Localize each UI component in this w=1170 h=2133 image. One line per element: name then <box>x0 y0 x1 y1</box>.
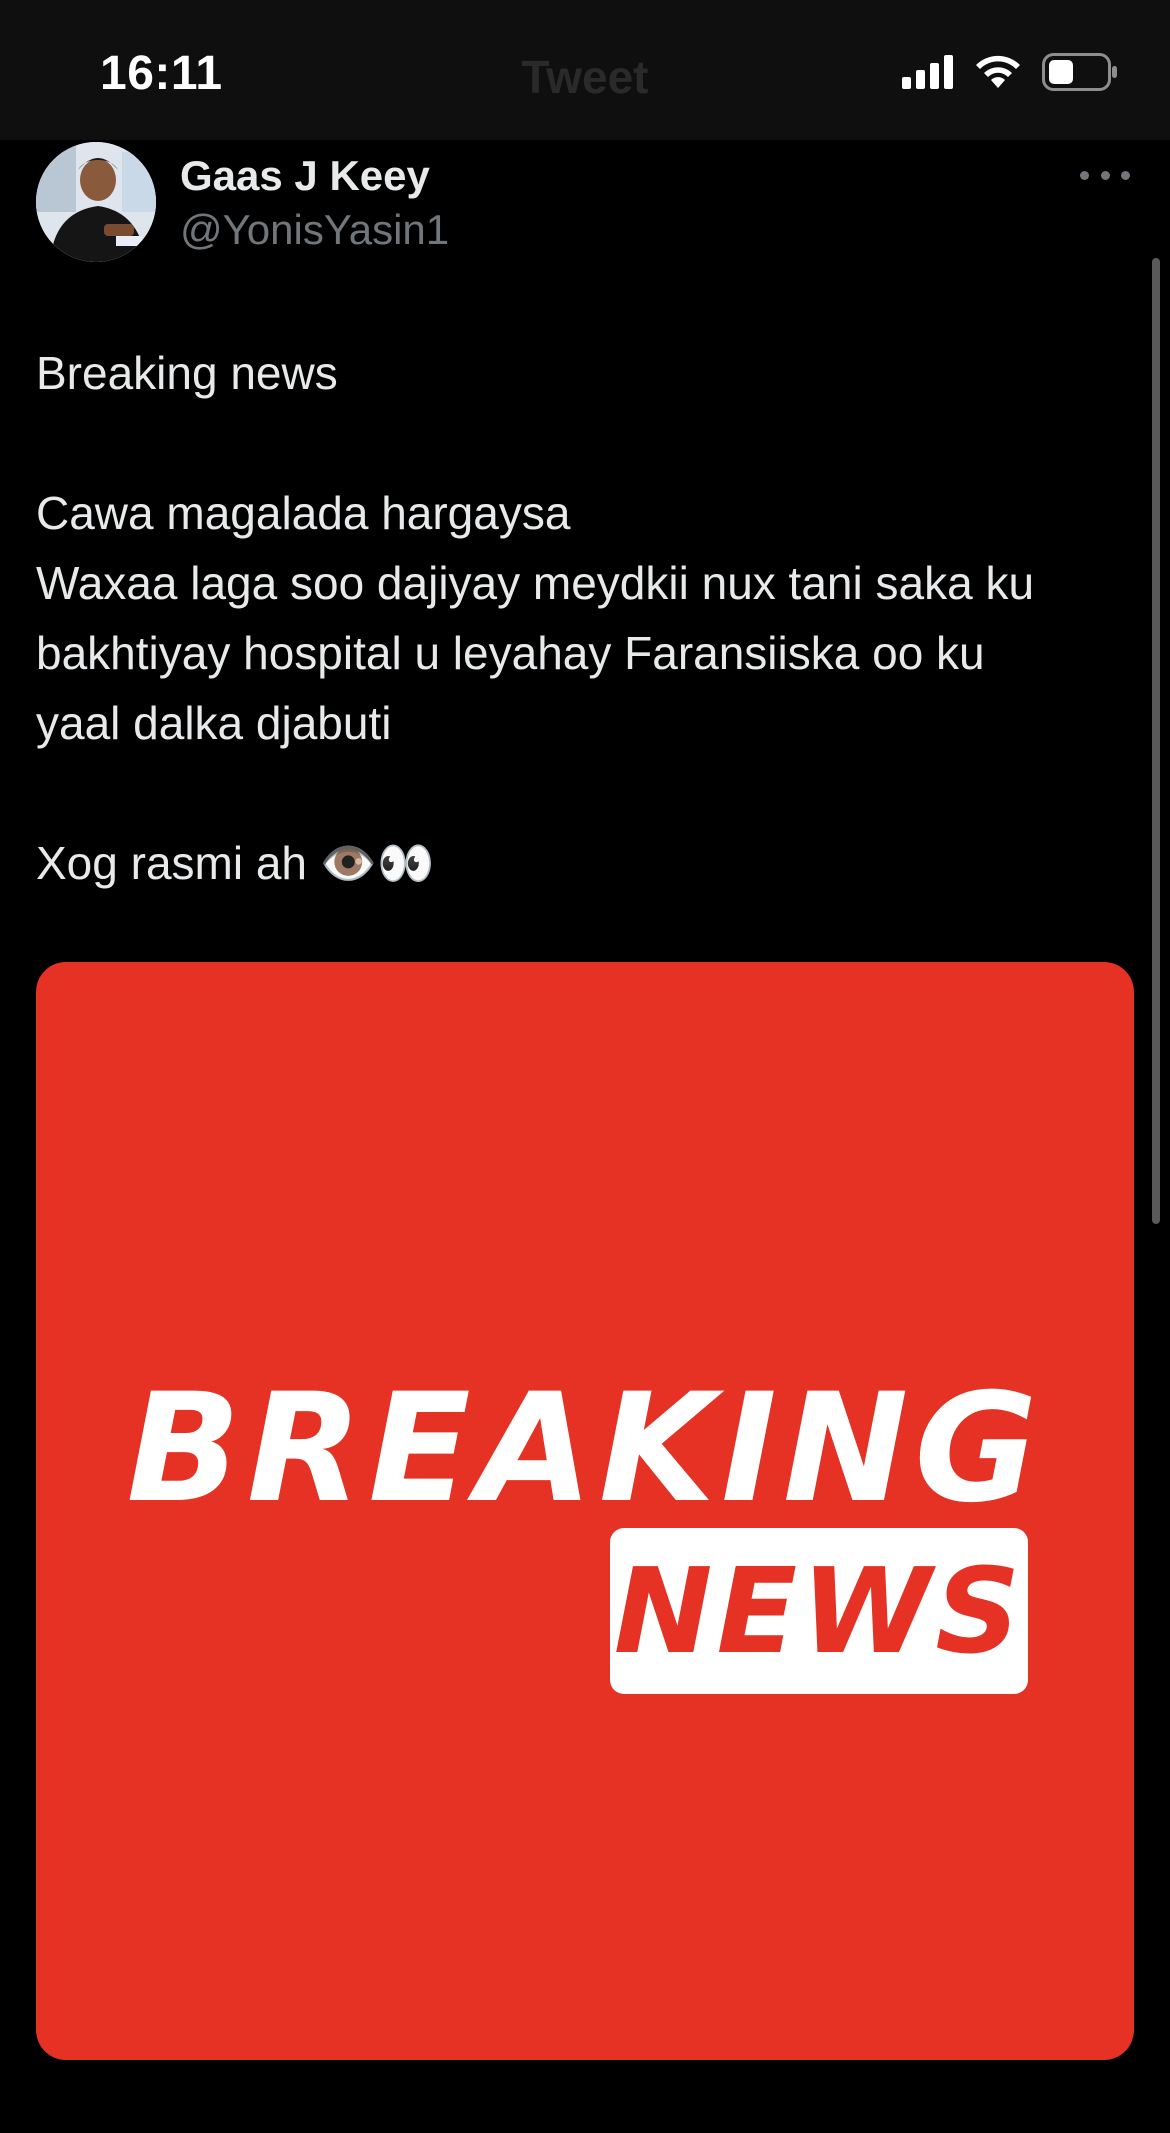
tweet-text-line: Xog rasmi ah 👁️👀 <box>36 837 435 889</box>
status-icons <box>902 52 1118 96</box>
media-headline-breaking: BREAKING <box>126 1362 1044 1536</box>
more-dot-icon <box>1080 170 1089 180</box>
more-dot-icon <box>1100 170 1110 180</box>
media-news-box: NEWS <box>610 1528 1028 1694</box>
battery-icon <box>1042 52 1118 96</box>
scrollbar[interactable] <box>1152 258 1160 1224</box>
author-handle[interactable]: @YonisYasin1 <box>180 206 449 254</box>
tweet-text-line: Cawa magalada hargaysa <box>36 487 571 539</box>
tweet-text-line: Waxaa laga soo dajiyay meydkii nux tani … <box>36 557 1035 609</box>
tweet-text-line: bakhtiyay hospital u leyahay Faransiiska… <box>36 627 985 679</box>
avatar[interactable] <box>36 142 156 262</box>
cellular-signal-icon <box>902 54 954 94</box>
tweet-text: Breaking news Cawa magalada hargaysa Wax… <box>36 338 1136 898</box>
more-dot-icon <box>1121 170 1130 180</box>
status-bar: 16:11 Tweet <box>0 0 1170 140</box>
tweet-text-line: yaal dalka djabuti <box>36 697 392 749</box>
author-name[interactable]: Gaas J Keey <box>180 152 430 200</box>
tweet-detail-screen: 16:11 Tweet Gaas J Keey @YonisYasin1 Bre… <box>0 0 1170 2133</box>
tweet-text-line: Breaking news <box>36 347 338 399</box>
media-headline-news: NEWS <box>613 1542 1025 1680</box>
wifi-icon <box>974 54 1022 95</box>
more-options-button[interactable] <box>1080 160 1130 190</box>
tweet-media-image[interactable]: BREAKING NEWS <box>36 962 1134 2060</box>
